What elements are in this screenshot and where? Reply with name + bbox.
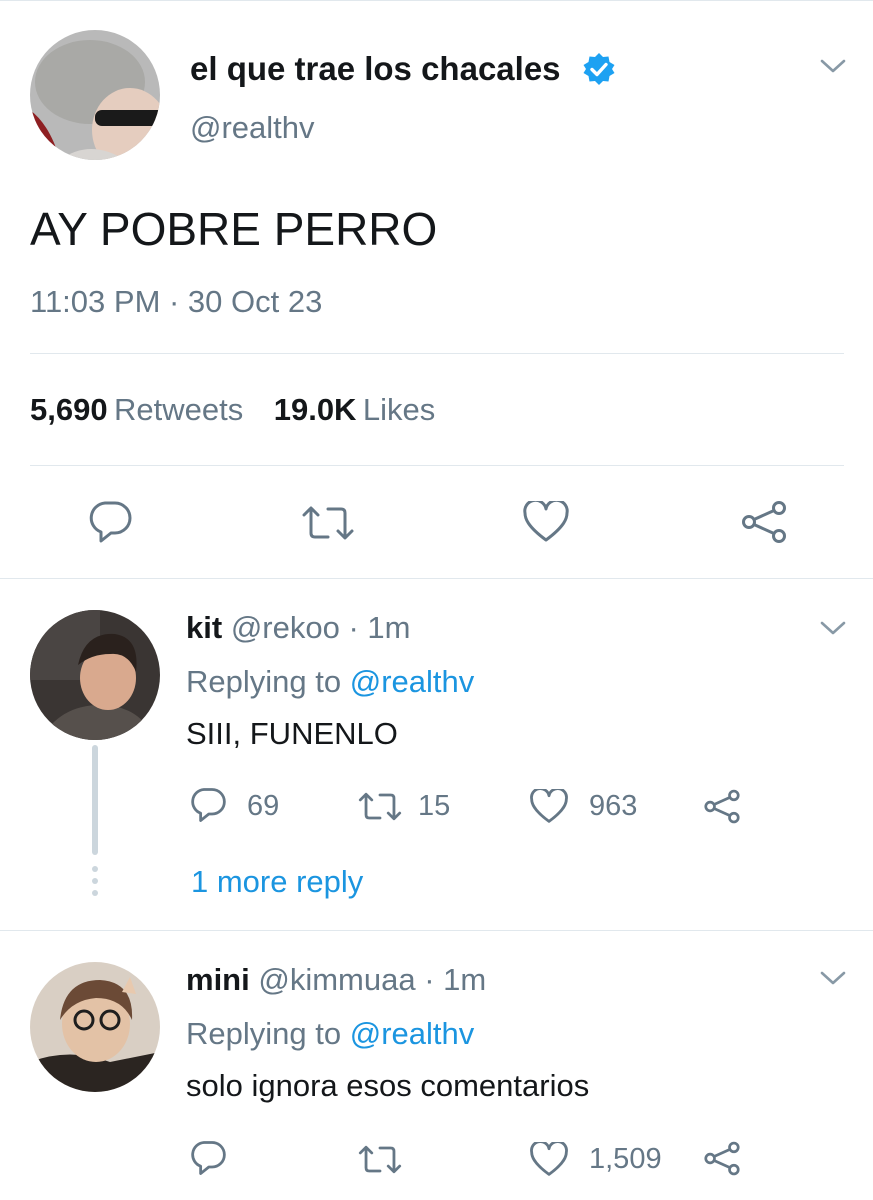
like-heart-icon[interactable] [530,1142,568,1177]
thread-dot [92,890,98,896]
reply-handle[interactable]: @kimmuaa [258,962,415,997]
retweet-icon[interactable] [357,1143,403,1176]
retweets-count: 5,690 [30,392,108,427]
verified-badge-icon [582,52,616,86]
reply-text: SIII, FUNENLO [186,716,398,751]
replying-to-mention[interactable]: @realthv [350,1016,475,1051]
reply-text: solo ignora esos comentarios [186,1068,590,1103]
avatar-reply-mini[interactable] [30,962,160,1092]
reply-icon[interactable] [189,787,227,823]
divider [30,353,844,354]
chevron-down-icon[interactable] [820,620,846,636]
likes-label: Likes [362,392,436,427]
reply-handle[interactable]: @rekoo [231,610,340,645]
reply-display-name[interactable]: mini [186,962,250,997]
replying-to-label: Replying to [186,664,342,699]
replying-to: Replying to @realthv [186,664,474,700]
reply-icon[interactable] [189,1140,227,1176]
reply-header: kit @rekoo · 1m [186,610,410,646]
share-icon[interactable] [703,789,741,824]
thread-dot [92,878,98,884]
share-icon[interactable] [740,500,788,544]
reply-display-name[interactable]: kit [186,610,222,645]
chevron-down-icon[interactable] [820,58,846,74]
reply-count: 69 [247,790,280,822]
reply-time[interactable]: · 1m [348,610,410,645]
tweet-stats: 5,690 Retweets 19.0K Likes [30,392,435,428]
likes-stat[interactable]: 19.0K Likes [274,392,436,427]
retweets-stat[interactable]: 5,690 Retweets [30,392,248,427]
handle[interactable]: @realthv [190,110,315,146]
like-heart-icon[interactable] [523,501,569,543]
thread-line [92,745,98,855]
replying-to-mention[interactable]: @realthv [350,664,475,699]
avatar-main-tweet[interactable] [30,30,160,160]
like-count: 963 [589,790,638,822]
chevron-down-icon[interactable] [820,970,846,986]
divider [0,578,873,579]
replying-to-label: Replying to [186,1016,342,1051]
retweet-count: 15 [418,790,451,822]
reply-icon[interactable] [87,500,133,544]
avatar-reply-kit[interactable] [30,610,160,740]
divider [0,930,873,931]
tweet-text: AY POBRE PERRO [30,203,438,255]
top-border [0,0,873,1]
reply-time[interactable]: · 1m [424,962,486,997]
retweet-icon[interactable] [300,503,356,543]
thread-dot [92,866,98,872]
like-heart-icon[interactable] [530,789,568,824]
tweet-timestamp[interactable]: 11:03 PM · 30 Oct 23 [30,284,322,320]
divider [30,465,844,466]
retweets-label: Retweets [114,392,244,427]
retweet-icon[interactable] [357,790,403,823]
more-replies-link[interactable]: 1 more reply [191,864,363,900]
share-icon[interactable] [703,1141,741,1176]
display-name[interactable]: el que trae los chacales [190,50,561,88]
like-count: 1,509 [589,1143,662,1175]
likes-count: 19.0K [273,392,357,427]
reply-header: mini @kimmuaa · 1m [186,962,486,998]
replying-to: Replying to @realthv [186,1016,474,1052]
